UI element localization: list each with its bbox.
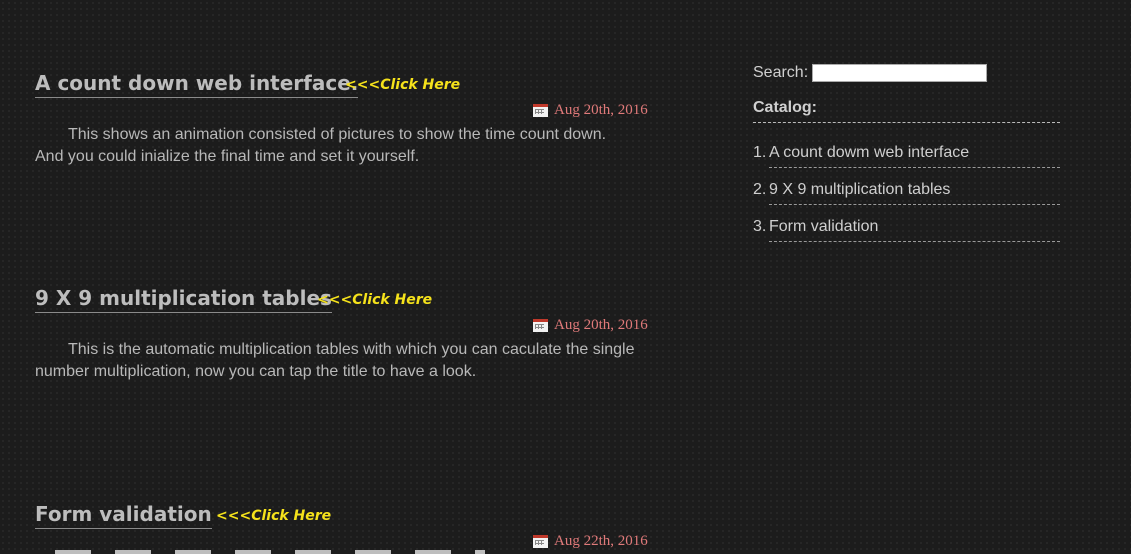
click-here-link[interactable]: <<<Click Here — [317, 292, 432, 308]
post-date-text: Aug 20th, 2016 — [554, 317, 648, 333]
click-here-link[interactable]: <<<Click Here — [345, 77, 460, 93]
catalog-list: 1. A count dowm web interface 2. 9 X 9 m… — [753, 131, 1063, 242]
post-body: This is the automatic multiplication tab… — [35, 341, 635, 380]
post-title-link[interactable]: Form validation — [35, 501, 212, 529]
calendar-icon — [533, 319, 548, 332]
post-body: This shows an animation consisted of pic… — [35, 126, 607, 165]
divider — [55, 550, 485, 554]
catalog-item: 2. 9 X 9 multiplication tables — [753, 168, 1063, 205]
catalog-item-link[interactable]: Form validation — [769, 218, 1060, 242]
post-date-text: Aug 22th, 2016 — [554, 533, 648, 549]
search-row: Search: — [753, 62, 1063, 84]
catalog-item-number: 2. — [753, 181, 767, 198]
post-date: Aug 20th, 2016 — [533, 102, 648, 119]
catalog-item: 1. A count dowm web interface — [753, 131, 1063, 168]
sidebar: Search: Catalog: 1. A count dowm web int… — [753, 62, 1063, 242]
catalog-item-number: 1. — [753, 144, 767, 161]
post-title-link[interactable]: A count down web interface. — [35, 70, 359, 98]
post-title-link[interactable]: 9 X 9 multiplication tables — [35, 285, 332, 313]
catalog-item-link[interactable]: 9 X 9 multiplication tables — [769, 181, 1060, 205]
calendar-icon — [533, 535, 548, 548]
calendar-icon — [533, 104, 548, 117]
catalog-title: Catalog: — [753, 99, 1060, 123]
click-here-link[interactable]: <<<Click Here — [216, 508, 331, 524]
search-label: Search: — [753, 64, 809, 81]
post-date: Aug 20th, 2016 — [533, 317, 648, 334]
post-date: Aug 22th, 2016 — [533, 533, 648, 550]
catalog-item-link[interactable]: A count dowm web interface — [769, 144, 1060, 168]
catalog-item-number: 3. — [753, 218, 767, 235]
search-input[interactable] — [812, 64, 988, 82]
post-date-text: Aug 20th, 2016 — [554, 102, 648, 118]
catalog-item: 3. Form validation — [753, 205, 1063, 242]
